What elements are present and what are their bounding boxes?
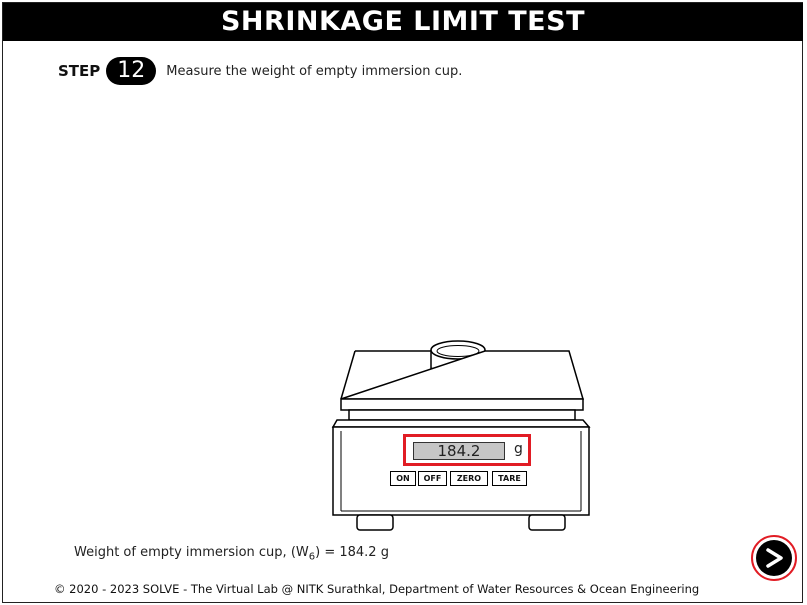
- tare-button-label: TARE: [498, 474, 521, 483]
- step-label: STEP: [58, 62, 101, 80]
- zero-button[interactable]: ZERO: [450, 471, 488, 486]
- step-header: STEP 12 Measure the weight of empty imme…: [58, 56, 462, 86]
- off-button-label: OFF: [423, 474, 442, 483]
- next-button[interactable]: [751, 535, 797, 581]
- step-number-badge: 12: [106, 57, 157, 85]
- weight-display-highlight: 184.2 g: [403, 434, 531, 466]
- result-value: ) = 184.2 g: [315, 545, 389, 560]
- zero-button-label: ZERO: [456, 474, 482, 483]
- result-label: Weight of empty immersion cup, (W: [74, 545, 309, 560]
- page-title: SHRINKAGE LIMIT TEST: [3, 3, 803, 41]
- on-button[interactable]: ON: [390, 471, 416, 486]
- off-button[interactable]: OFF: [418, 471, 447, 486]
- on-button-label: ON: [396, 474, 410, 483]
- next-arrow-icon: [756, 540, 792, 576]
- weight-display: 184.2: [413, 442, 505, 460]
- result-text: Weight of empty immersion cup, (W6) = 18…: [74, 545, 389, 563]
- tare-button[interactable]: TARE: [492, 471, 527, 486]
- step-instruction: Measure the weight of empty immersion cu…: [166, 63, 463, 79]
- footer-copyright: © 2020 - 2023 SOLVE - The Virtual Lab @ …: [54, 582, 700, 596]
- weighing-pan: [340, 350, 584, 411]
- weight-unit: g: [514, 441, 523, 457]
- scale-feet: [356, 514, 566, 531]
